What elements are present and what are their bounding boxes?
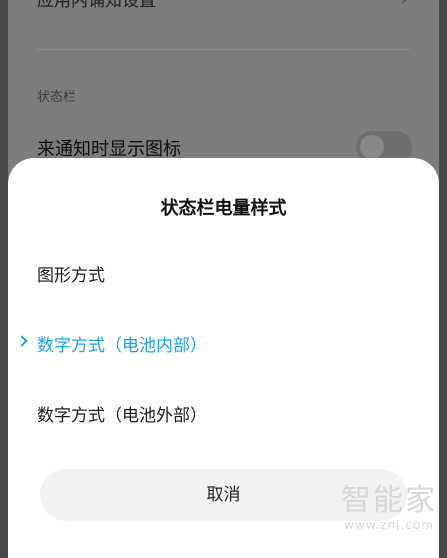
option-graphic[interactable]: 图形方式 xyxy=(37,261,105,286)
watermark-text: 智能家 xyxy=(341,483,437,518)
selected-chevron-icon xyxy=(16,335,28,347)
settings-row-partial: 应用内诵知设置 xyxy=(37,0,156,11)
sheet-title: 状态栏电量样式 xyxy=(160,198,287,219)
toggle-knob xyxy=(360,135,384,159)
option-number-inside[interactable]: 数字方式（电池内部） xyxy=(37,331,207,356)
chevron-right-icon xyxy=(395,0,412,4)
option-number-outside[interactable]: 数字方式（电池外部） xyxy=(37,401,207,426)
watermark-url: www.znj.com xyxy=(344,518,434,532)
section-header-status-bar: 状态栏 xyxy=(37,90,77,105)
divider xyxy=(37,49,410,50)
watermark-logo: 智能家 www.znj.com xyxy=(341,483,437,533)
